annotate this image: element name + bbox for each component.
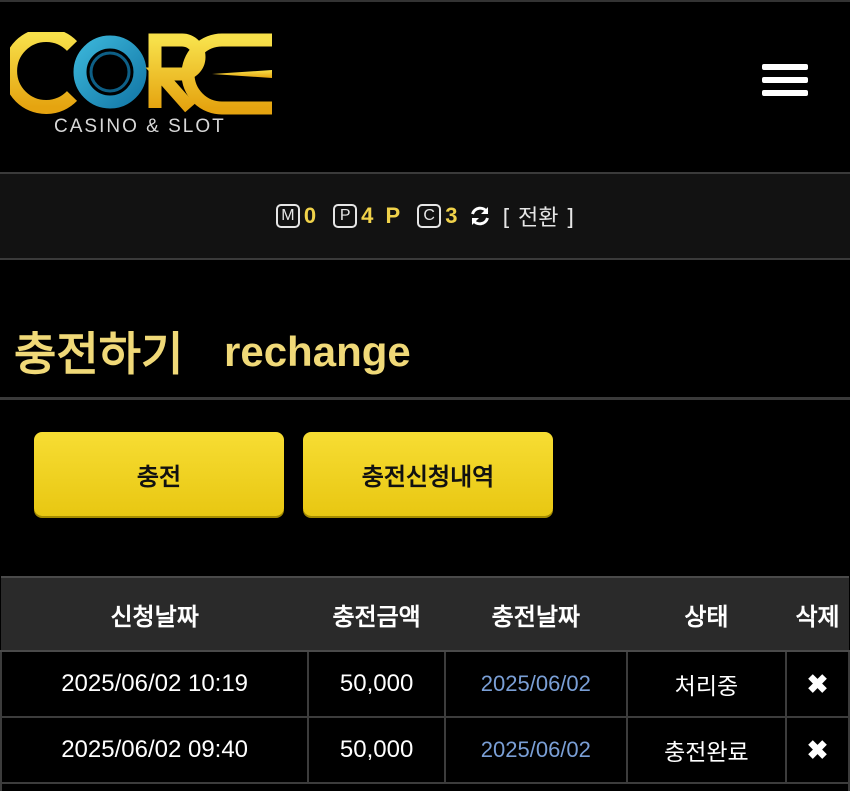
point-value: 4 P [361, 203, 404, 228]
points-bar: M 0 P 4 P C 3 [ 전환 ] [0, 172, 850, 260]
page-title-korean: 충전하기 [14, 327, 184, 381]
point-balance: P 4 P [333, 203, 403, 229]
cell-request-date: 2025/06/02 09:40 [0, 716, 310, 784]
cell-charge-date[interactable]: 2025/06/02 [443, 650, 628, 718]
cell-request-date: 2025/06/02 10:19 [0, 650, 310, 718]
cell-delete: ✖ [785, 650, 850, 718]
page-title-english: rechange [224, 328, 411, 375]
table-header-row: 신청날짜 충전금액 충전날짜 상태 삭제 [1, 576, 849, 652]
charge-history-button[interactable]: 충전신청내역 [303, 432, 553, 516]
cell-status: 처리중 [625, 650, 788, 718]
coupon-value: 3 [445, 203, 461, 228]
table-row [0, 782, 850, 791]
table-row: 2025/06/02 09:40 50,000 2025/06/02 충전완료 … [0, 716, 850, 784]
cell-charge-date[interactable]: 2025/06/02 [443, 716, 628, 784]
c-badge-icon: C [417, 204, 442, 228]
header-charge-date: 충전날짜 [444, 576, 627, 652]
m-badge-icon: M [275, 204, 300, 228]
header-status: 상태 [626, 576, 787, 652]
header-request-date: 신청날짜 [1, 576, 309, 652]
header-delete: 삭제 [786, 576, 849, 652]
cell-amount: 50,000 [307, 716, 446, 784]
money-value: 0 [303, 203, 320, 228]
cell-status: 충전완료 [625, 716, 788, 784]
cell-delete: ✖ [785, 716, 850, 784]
charge-history-table: 신청날짜 충전금액 충전날짜 상태 삭제 2025/06/02 10:19 50… [0, 576, 850, 791]
money-balance: M 0 [275, 203, 320, 229]
cell-amount: 50,000 [307, 650, 446, 718]
coupon-balance: C 3 [417, 203, 460, 229]
switch-link[interactable]: [ 전환 ] [502, 200, 574, 232]
page-title-section: 충전하기 rechange [0, 260, 850, 400]
delete-icon[interactable]: ✖ [807, 669, 829, 699]
p-badge-icon: P [333, 204, 358, 228]
charge-button[interactable]: 충전 [34, 432, 284, 516]
core-logo[interactable]: CASINO & SLOT [10, 32, 280, 142]
header: CASINO & SLOT [0, 0, 850, 172]
hamburger-menu-icon[interactable] [762, 64, 808, 104]
delete-icon[interactable]: ✖ [807, 735, 829, 765]
logo-subtitle: CASINO & SLOT [54, 116, 226, 137]
refresh-icon[interactable] [468, 204, 492, 228]
header-amount: 충전금액 [308, 576, 445, 652]
table-row: 2025/06/02 10:19 50,000 2025/06/02 처리중 ✖ [0, 650, 850, 718]
